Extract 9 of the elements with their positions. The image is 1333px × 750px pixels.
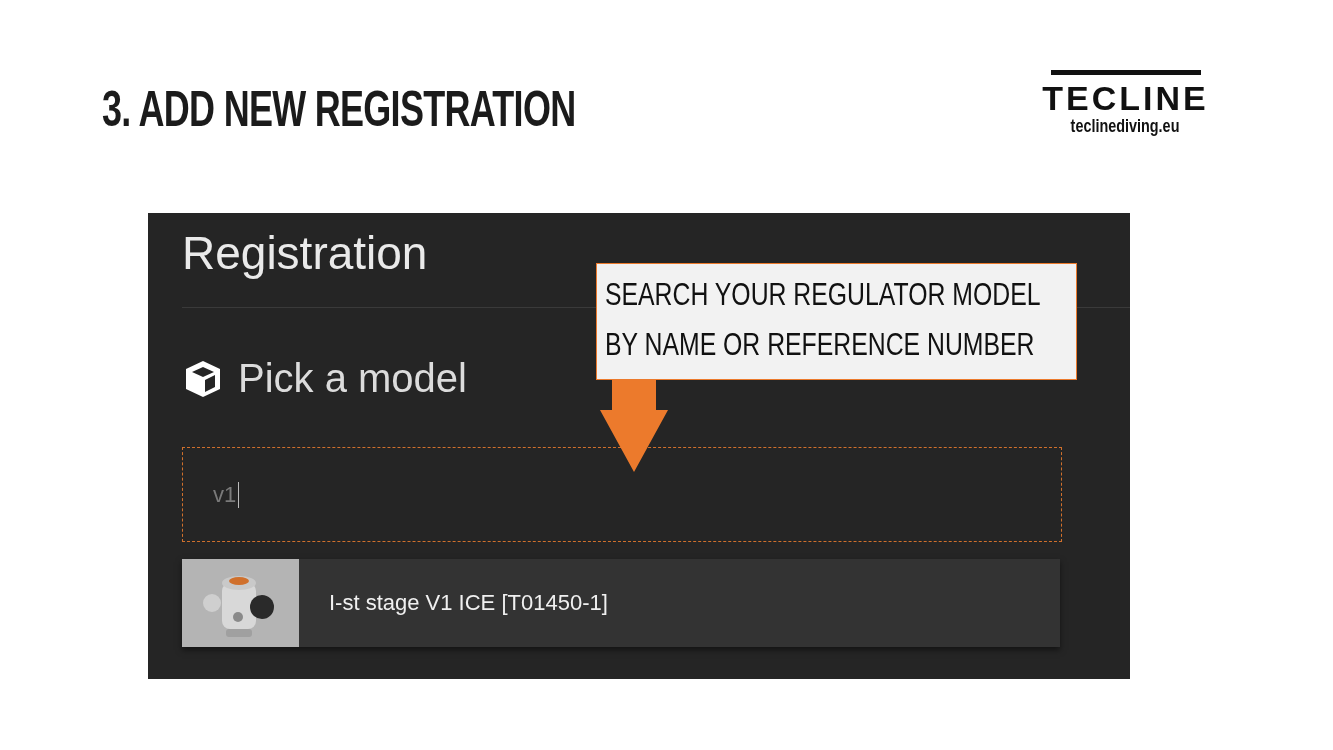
slide-title: 3. ADD NEW REGISTRATION [102,80,576,138]
callout-text: BY NAME OR REFERENCE NUMBER [605,326,1035,364]
result-item[interactable]: I-st stage V1 ICE [T01450-1] [182,559,1060,647]
page-heading: Registration [182,226,429,281]
callout-text: SEARCH YOUR REGULATOR MODEL [605,276,1041,314]
result-label: I-st stage V1 ICE [T01450-1] [329,590,608,616]
section-title: Pick a model [238,356,467,401]
logo-website: teclinediving.eu [1071,116,1180,137]
logo-wordmark: TECLINE [1042,80,1209,116]
